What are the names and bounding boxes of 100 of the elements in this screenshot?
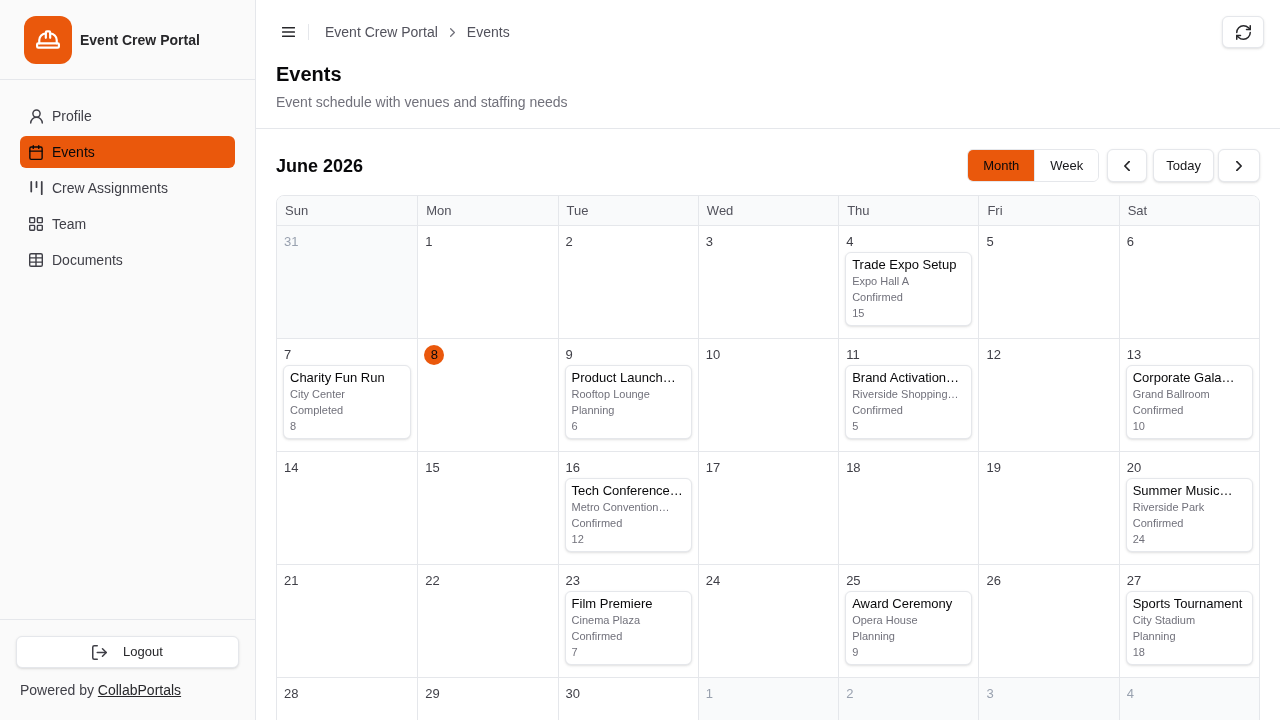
day-number: 15 xyxy=(424,459,441,477)
nav-item[interactable]: Team xyxy=(20,208,235,240)
event-status: Confirmed xyxy=(1132,516,1185,531)
event-status: Confirmed xyxy=(1132,403,1185,418)
event-title: Film Premiere xyxy=(571,596,654,612)
event-card[interactable]: Brand Activation… Riverside Shopping… Confirmed 5 xyxy=(845,365,973,439)
event-title: Tech Conference… xyxy=(571,483,684,499)
table-icon xyxy=(29,253,43,267)
event-title: Trade Expo Setup xyxy=(852,257,958,273)
month-title: June 2026 xyxy=(276,154,364,178)
nav-item[interactable]: Profile xyxy=(20,100,235,132)
event-status: Confirmed xyxy=(852,290,904,305)
day-number: 31 xyxy=(283,233,300,251)
day-number: 1 xyxy=(704,685,715,703)
event-card[interactable]: Product Launch… Rooftop Lounge Planning 6 xyxy=(564,365,692,439)
view-tab[interactable]: Week xyxy=(1034,150,1099,181)
event-crew-count: 6 xyxy=(571,419,579,434)
page-subtitle: Event schedule with venues and staffing needs xyxy=(276,93,569,112)
today-button[interactable]: Today xyxy=(1153,149,1214,182)
nav-item[interactable]: Crew Assignments xyxy=(20,172,235,204)
event-status: Confirmed xyxy=(571,629,624,644)
view-tab[interactable]: Month xyxy=(968,150,1035,181)
day-number: 1 xyxy=(424,233,434,251)
event-card[interactable]: Summer Music… Riverside Park Confirmed 24 xyxy=(1125,478,1253,552)
event-crew-count: 24 xyxy=(1132,532,1146,547)
day-number: 5 xyxy=(985,233,995,251)
event-title: Sports Tournament xyxy=(1132,596,1244,612)
chevron-right-icon xyxy=(449,27,455,37)
day-number: 12 xyxy=(985,346,1002,364)
day-number: 18 xyxy=(845,459,862,477)
event-card[interactable]: Trade Expo Setup Expo Hall A Confirmed 15 xyxy=(845,252,973,326)
day-number: 28 xyxy=(283,685,300,703)
day-number: 13 xyxy=(1125,346,1143,364)
event-crew-count: 10 xyxy=(1132,419,1146,434)
event-card[interactable]: Film Premiere Cinema Plaza Confirmed 7 xyxy=(564,591,692,665)
event-card[interactable]: Corporate Gala… Grand Ballroom Confirmed 10 xyxy=(1125,365,1253,439)
event-status: Completed xyxy=(290,403,345,418)
day-number: 2 xyxy=(845,685,855,703)
breadcrumb-current: Events xyxy=(466,23,510,42)
event-venue: Riverside Shopping… xyxy=(852,387,960,402)
event-venue: Expo Hall A xyxy=(852,274,910,289)
event-status: Confirmed xyxy=(571,516,624,531)
event-card[interactable]: Sports Tournament City Stadium Planning 18 xyxy=(1125,591,1253,665)
event-title: Award Ceremony xyxy=(852,596,954,612)
event-title: Brand Activation… xyxy=(852,370,961,386)
day-number: 24 xyxy=(704,572,722,590)
refresh-icon xyxy=(1235,24,1251,40)
weekday-label: Sun xyxy=(285,201,309,220)
app-name: Event Crew Portal xyxy=(80,30,200,50)
day-number: 27 xyxy=(1125,572,1143,590)
day-number: 22 xyxy=(424,572,441,590)
refresh-button[interactable] xyxy=(1222,16,1264,48)
event-venue: Cinema Plaza xyxy=(571,613,642,628)
hard-hat-logo-icon xyxy=(24,15,72,64)
event-venue: Rooftop Lounge xyxy=(571,387,651,402)
event-status: Planning xyxy=(852,629,896,644)
day-number: 4 xyxy=(845,233,855,251)
day-number: 7 xyxy=(283,346,293,364)
weekday-label: Mon xyxy=(426,201,452,220)
day-number: 23 xyxy=(564,572,582,590)
logout-icon xyxy=(92,644,108,660)
breadcrumb-link[interactable]: Event Crew Portal xyxy=(325,22,438,42)
event-card[interactable]: Award Ceremony Opera House Planning 9 xyxy=(845,591,973,665)
day-number: 6 xyxy=(1125,233,1135,251)
day-number: 9 xyxy=(564,346,574,364)
day-number: 29 xyxy=(424,685,441,703)
chevron-left-icon xyxy=(1124,160,1131,171)
page-title: Events xyxy=(276,64,343,84)
day-number: 26 xyxy=(985,572,1002,590)
weekday-label: Tue xyxy=(566,201,589,220)
day-number: 3 xyxy=(985,685,995,703)
menu-icon xyxy=(281,27,295,37)
event-card[interactable]: Tech Conference… Metro Convention… Confirmed 12 xyxy=(564,478,692,552)
nav-item[interactable]: Documents xyxy=(20,244,235,276)
event-venue: Grand Ballroom xyxy=(1132,387,1211,402)
event-venue: City Stadium xyxy=(1132,613,1197,628)
grid-icon xyxy=(29,217,43,231)
day-number: 10 xyxy=(704,346,722,364)
day-number: 19 xyxy=(985,459,1002,477)
logout-button[interactable]: Logout xyxy=(16,636,239,668)
day-number: 4 xyxy=(1125,685,1135,703)
nav-item[interactable]: Events xyxy=(20,136,235,168)
footer-link[interactable]: CollabPortals xyxy=(97,682,182,698)
event-crew-count: 12 xyxy=(571,532,585,547)
event-title: Corporate Gala… xyxy=(1132,370,1236,386)
event-crew-count: 18 xyxy=(1132,645,1146,660)
previous-button[interactable] xyxy=(1107,149,1148,182)
event-crew-count: 5 xyxy=(852,419,860,434)
event-status: Confirmed xyxy=(852,403,904,418)
day-number: 25 xyxy=(845,572,862,590)
event-venue: City Center xyxy=(290,387,347,402)
event-title: Summer Music… xyxy=(1132,483,1234,499)
day-number: 3 xyxy=(704,233,715,251)
day-number: 30 xyxy=(564,685,582,703)
calendar-icon xyxy=(29,144,43,160)
chevron-right-icon xyxy=(1236,160,1242,171)
event-crew-count: 9 xyxy=(852,645,860,660)
event-card[interactable]: Charity Fun Run City Center Completed 8 xyxy=(283,365,412,439)
day-number: 11 xyxy=(845,346,861,364)
day-number: 2 xyxy=(564,233,574,251)
